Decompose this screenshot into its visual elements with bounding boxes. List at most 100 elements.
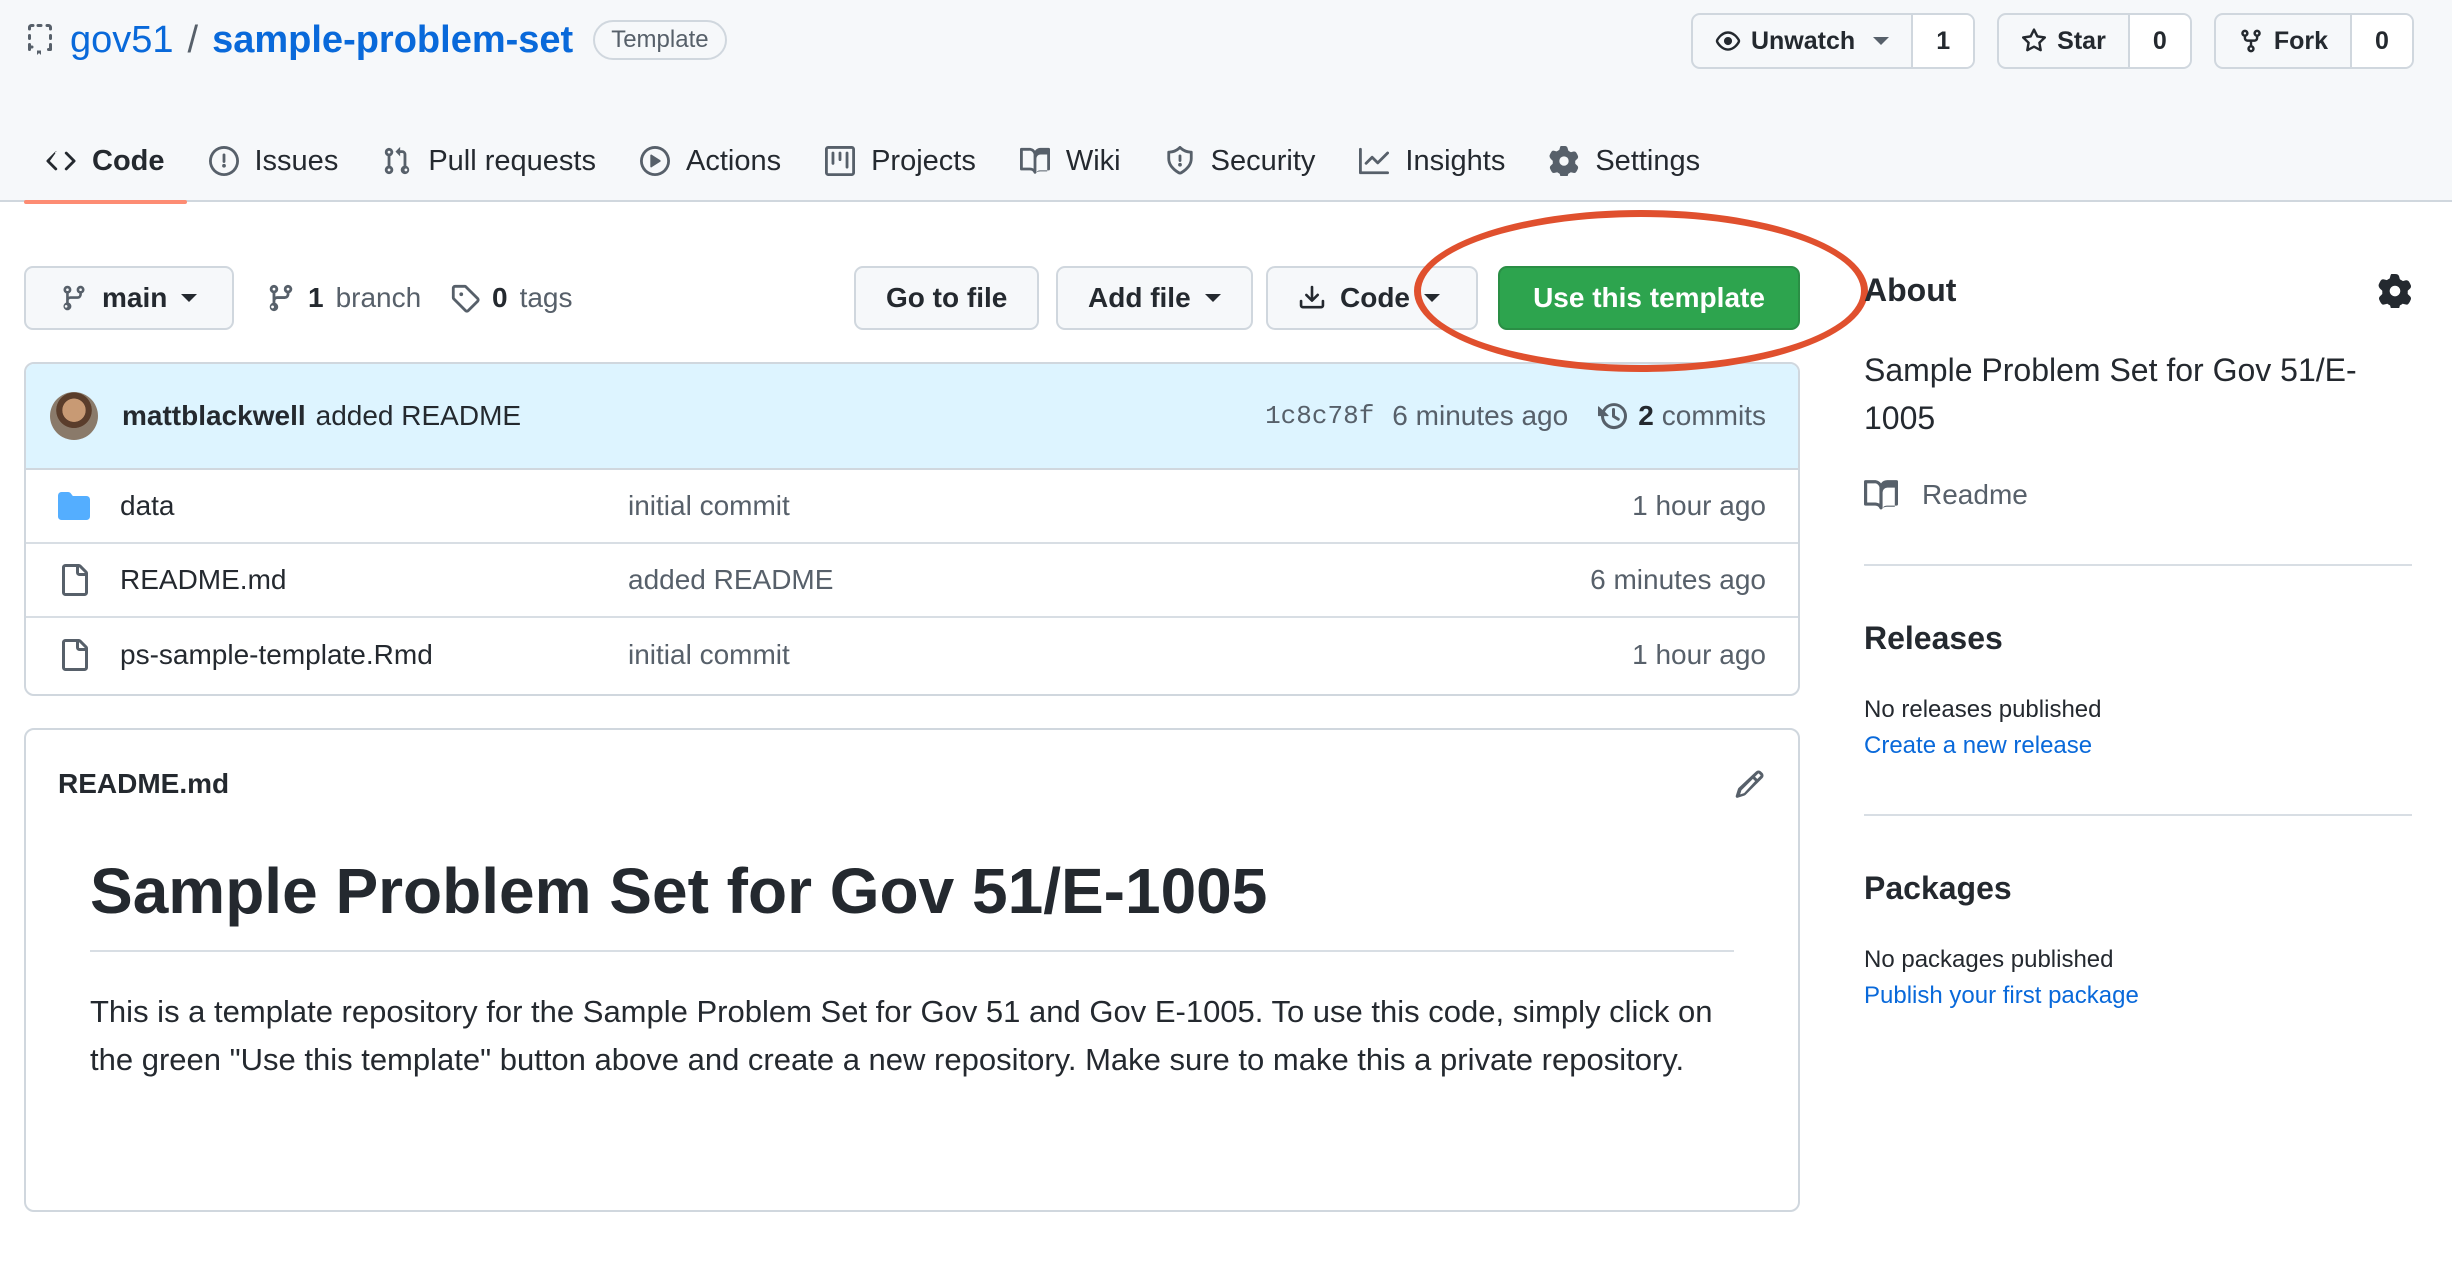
readme-link[interactable]: Readme [1864,478,2028,512]
readme-panel: README.md Sample Problem Set for Gov 51/… [24,728,1800,1212]
tab-issues[interactable]: Issues [187,120,361,202]
commit-author-link[interactable]: mattblackwell [122,400,306,432]
branch-name: main [102,282,168,313]
tags-label: tags [519,282,573,313]
template-badge: Template [593,20,727,60]
tab-wiki[interactable]: Wiki [998,120,1143,202]
book-icon [1864,480,1898,510]
commits-label: commits [1661,400,1766,431]
repo-description: Sample Problem Set for Gov 51/E-1005 [1864,352,2357,436]
file-age: 6 minutes ago [1590,564,1766,595]
unwatch-label: Unwatch [1750,26,1856,55]
file-name-link[interactable]: README.md [120,564,628,596]
add-file-button[interactable]: Add file [1056,266,1253,330]
latest-commit-bar: mattblackwell added README 1c8c78f 6 min… [26,364,1798,470]
fork-button-group: Fork 0 [2213,13,2414,69]
file-row[interactable]: ps-sample-template.Rmd initial commit 1 … [26,618,1798,692]
releases-empty-text: No releases published [1864,696,2102,723]
commit-meta: 1c8c78f 6 minutes ago 2 commits [1265,400,1766,432]
book-icon [1019,147,1050,174]
tab-settings[interactable]: Settings [1527,120,1722,202]
repo-owner-link[interactable]: gov51 [70,19,174,62]
pencil-icon[interactable] [1734,768,1766,800]
unwatch-button[interactable]: Unwatch [1693,15,1911,67]
commit-message-link[interactable]: added README [316,400,521,432]
tag-icon [451,284,480,313]
tags-count: 0 [492,282,508,313]
tab-projects[interactable]: Projects [803,120,998,202]
stars-count[interactable]: 0 [2127,15,2190,67]
file-list: mattblackwell added README 1c8c78f 6 min… [24,362,1800,696]
branch-icon [63,285,85,311]
star-label: Star [2057,26,2106,55]
fork-button[interactable]: Fork [2216,15,2350,67]
gear-icon[interactable] [2378,273,2412,308]
readme-link-label: Readme [1922,479,2028,510]
template-repo-icon [24,24,56,56]
eye-icon [1715,28,1741,54]
project-icon [825,146,856,176]
graph-icon [1359,147,1390,175]
forks-count[interactable]: 0 [2350,15,2412,67]
tab-security[interactable]: Security [1143,120,1338,202]
commit-age: 6 minutes ago [1392,400,1569,431]
packages-title[interactable]: Packages [1864,870,2012,907]
fork-label: Fork [2273,26,2328,55]
file-name-link[interactable]: ps-sample-template.Rmd [120,639,628,671]
branches-link[interactable]: 1 branch [266,266,421,330]
tags-link[interactable]: 0 tags [450,266,573,330]
gear-icon [1549,146,1579,176]
file-row[interactable]: data initial commit 1 hour ago [26,470,1798,544]
download-icon [1299,285,1325,309]
go-to-file-button[interactable]: Go to file [854,266,1040,330]
about-title: About [1864,272,1957,308]
branch-selector[interactable]: main [24,266,234,330]
branches-label: branch [335,282,422,313]
tab-actions[interactable]: Actions [618,120,803,202]
tab-actions-label: Actions [685,144,782,177]
file-icon [62,564,88,596]
tab-insights[interactable]: Insights [1337,120,1527,202]
repo-name-link[interactable]: sample-problem-set [212,19,573,62]
star-icon [2021,28,2047,54]
chevron-down-icon [1204,294,1221,302]
chevron-down-icon [181,294,198,302]
readme-filename: README.md [58,768,230,799]
file-commit-message[interactable]: added README [628,564,1590,596]
tab-pull-requests[interactable]: Pull requests [360,120,618,202]
tab-code-label: Code [92,144,165,177]
repo-tabs: Code Issues Pull requests Actions Projec… [24,120,1722,204]
file-commit-message[interactable]: initial commit [628,490,1632,522]
sidebar-divider [1864,564,2412,566]
file-row[interactable]: README.md added README 6 minutes ago [26,544,1798,618]
branch-icon [269,284,293,312]
branches-count: 1 [308,282,324,313]
publish-package-link[interactable]: Publish your first package [1864,982,2139,1010]
releases-title[interactable]: Releases [1864,620,2003,657]
add-file-label: Add file [1088,282,1191,313]
tab-pull-requests-label: Pull requests [428,144,596,177]
code-icon [46,151,76,171]
about-header: About [1864,272,2412,309]
repo-actions: Unwatch 1 Star 0 Fork 0 [1690,13,2414,69]
watchers-count[interactable]: 1 [1911,15,1974,67]
create-release-link[interactable]: Create a new release [1864,732,2092,760]
tab-settings-label: Settings [1595,144,1701,177]
folder-icon [58,492,90,520]
commits-history-link[interactable]: 2 commits [1598,400,1766,432]
file-age: 1 hour ago [1632,639,1766,670]
sidebar-divider [1864,814,2412,816]
watch-button-group: Unwatch 1 [1690,13,1976,69]
file-commit-message[interactable]: initial commit [628,639,1632,671]
file-icon [62,639,88,671]
commit-sha-link[interactable]: 1c8c78f [1265,401,1374,431]
star-button[interactable]: Star [1999,15,2128,67]
file-name-link[interactable]: data [120,490,628,522]
star-button-group: Star 0 [1997,13,2192,69]
readme-heading: Sample Problem Set for Gov 51/E-1005 [90,854,1734,952]
tab-code[interactable]: Code [24,120,187,204]
repo-header: gov51 / sample-problem-set Template Unwa… [0,0,2452,204]
go-to-file-label: Go to file [886,282,1008,313]
avatar[interactable] [50,392,98,440]
play-icon [639,146,670,176]
